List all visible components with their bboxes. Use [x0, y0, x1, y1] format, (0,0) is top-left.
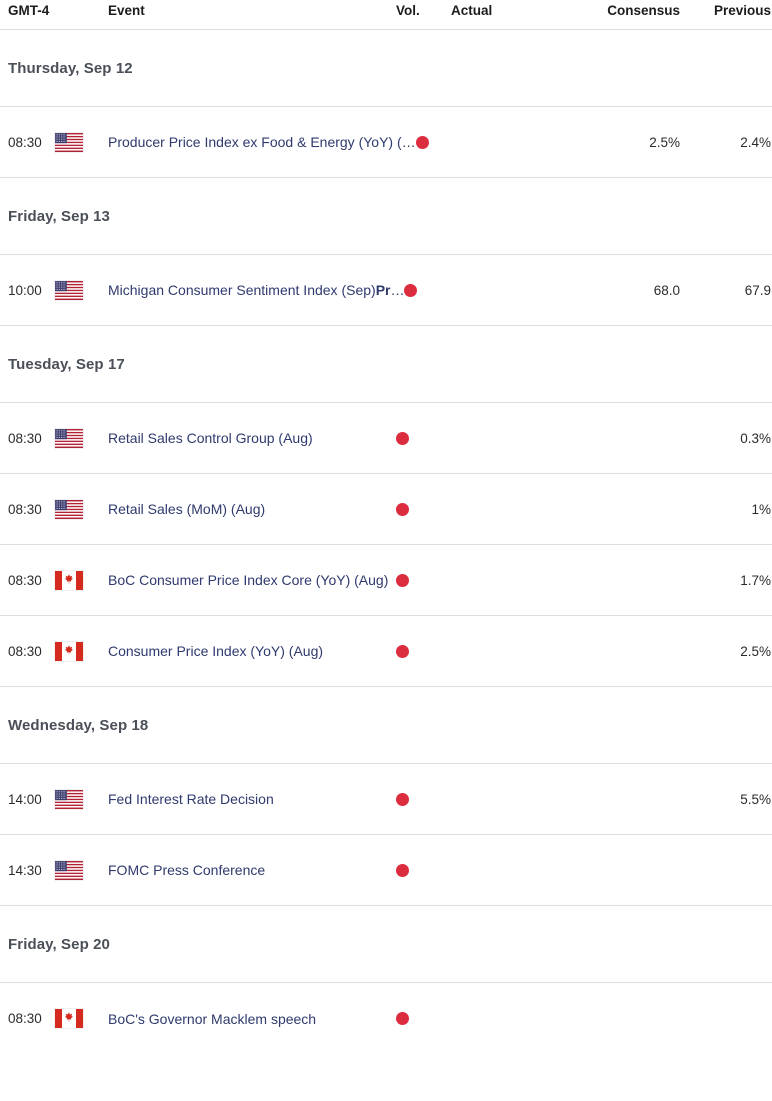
volatility-cell [396, 644, 451, 658]
event-link[interactable]: Producer Price Index ex Food & Energy (Y… [108, 134, 416, 150]
event-link[interactable]: Retail Sales (MoM) (Aug) [108, 501, 265, 517]
event-previous: 67.9 [744, 282, 771, 298]
ca-flag-icon [55, 641, 108, 661]
table-row[interactable]: 08:30 Retail Sales (MoM) (Aug) 1% [0, 474, 772, 545]
event-name-cell: FOMC Press Conference [108, 862, 396, 878]
event-time: 14:30 [8, 862, 42, 878]
economic-calendar: GMT-4 Event Vol. Actual Consensus Previo… [0, 0, 772, 1054]
volatility-high-dot-icon [396, 1012, 409, 1025]
event-name-ellipsis: … [401, 134, 416, 150]
table-row[interactable]: 08:30 Consumer Price Index (YoY) (Aug) 2.5… [0, 616, 772, 687]
event-name-cell: Consumer Price Index (YoY) (Aug) [108, 643, 396, 659]
table-row[interactable]: 08:30 BoC's Governor Macklem speech [0, 983, 772, 1054]
us-flag-icon [55, 132, 108, 152]
event-name-ellipsis: … [390, 282, 405, 298]
event-previous: 2.5% [740, 643, 771, 659]
event-name-cell: BoC Consumer Price Index Core (YoY) (Aug… [108, 572, 396, 588]
event-name-cell: Producer Price Index ex Food & Energy (Y… [108, 134, 416, 150]
volatility-cell [415, 135, 451, 149]
event-link[interactable]: BoC's Governor Macklem speech [108, 1011, 316, 1027]
column-header-actual: Actual [451, 3, 493, 18]
table-row[interactable]: 14:00 Fed Interest Rate Decision 5.5% [0, 764, 772, 835]
event-name-cell: Retail Sales (MoM) (Aug) [108, 501, 396, 517]
event-time: 14:00 [8, 791, 42, 807]
event-previous: 2.4% [740, 134, 771, 150]
volatility-high-dot-icon [404, 283, 418, 297]
volatility-cell [396, 502, 451, 516]
ca-flag-icon [55, 1009, 108, 1028]
volatility-cell [396, 1012, 451, 1025]
event-link[interactable]: FOMC Press Conference [108, 862, 265, 878]
column-header-previous: Previous [713, 3, 771, 18]
us-flag-icon [55, 428, 108, 448]
volatility-high-dot-icon [396, 573, 409, 587]
table-row[interactable]: 08:30 Retail Sales Control Group (Aug) 0.3… [0, 403, 772, 474]
volatility-cell [396, 863, 451, 877]
table-row[interactable]: 08:30 BoC Consumer Price Index Core (YoY)… [0, 545, 772, 616]
volatility-cell [396, 431, 451, 445]
volatility-high-dot-icon [396, 792, 409, 806]
event-link[interactable]: BoC Consumer Price Index Core (YoY) (Aug… [108, 572, 388, 588]
table-row[interactable]: 10:00 Michigan Consumer Sentiment Index (… [0, 255, 772, 326]
event-previous: 5.5% [740, 791, 771, 807]
ca-flag-icon [55, 570, 108, 590]
event-name-cell: Retail Sales Control Group (Aug) [108, 430, 396, 446]
us-flag-icon [55, 280, 108, 300]
event-name-cell: Fed Interest Rate Decision [108, 791, 396, 807]
us-flag-icon [55, 499, 108, 519]
event-time: 08:30 [8, 572, 42, 588]
event-link[interactable]: Consumer Price Index (YoY) (Aug) [108, 643, 323, 659]
us-flag-icon [55, 860, 108, 880]
event-link[interactable]: Retail Sales Control Group (Aug) [108, 430, 313, 446]
event-link[interactable]: Michigan Consumer Sentiment Index (Sep)P… [108, 282, 404, 298]
event-time: 08:30 [8, 643, 42, 659]
column-header-time: GMT-4 [8, 3, 50, 18]
day-header: Friday, Sep 13 [0, 178, 772, 255]
event-consensus: 2.5% [649, 134, 680, 150]
event-time: 08:30 [8, 501, 42, 517]
event-name-suffix: Pr [375, 282, 391, 298]
calendar-header-row: GMT-4 Event Vol. Actual Consensus Previo… [0, 0, 772, 30]
event-time: 10:00 [8, 282, 42, 298]
event-time: 08:30 [8, 430, 42, 446]
day-header-label: Friday, Sep 13 [8, 207, 110, 225]
event-previous: 1.7% [740, 572, 771, 588]
volatility-cell [396, 792, 451, 806]
us-flag-icon [55, 789, 108, 809]
volatility-high-dot-icon [396, 502, 409, 516]
day-header-label: Friday, Sep 20 [8, 935, 110, 953]
event-time: 08:30 [8, 134, 42, 150]
day-header: Wednesday, Sep 18 [0, 687, 772, 764]
column-header-event: Event [108, 3, 145, 18]
column-header-consensus: Consensus [607, 3, 680, 18]
day-header-label: Thursday, Sep 12 [8, 59, 133, 77]
volatility-high-dot-icon [396, 863, 409, 877]
table-row[interactable]: 14:30 FOMC Press Conference [0, 835, 772, 906]
volatility-high-dot-icon [415, 135, 429, 149]
volatility-cell [404, 283, 451, 297]
day-header-label: Wednesday, Sep 18 [8, 716, 149, 734]
volatility-cell [396, 573, 451, 587]
event-link[interactable]: Fed Interest Rate Decision [108, 791, 274, 807]
day-header: Thursday, Sep 12 [0, 30, 772, 107]
event-name-cell: BoC's Governor Macklem speech [108, 1011, 396, 1027]
volatility-high-dot-icon [396, 644, 409, 658]
day-header: Friday, Sep 20 [0, 906, 772, 983]
event-consensus: 68.0 [653, 282, 680, 298]
day-header-label: Tuesday, Sep 17 [8, 355, 125, 373]
event-name-cell: Michigan Consumer Sentiment Index (Sep)P… [108, 282, 404, 298]
event-time: 08:30 [8, 1011, 42, 1026]
table-row[interactable]: 08:30 Producer Price Index ex Food & Ener… [0, 107, 772, 178]
event-previous: 1% [751, 501, 771, 517]
column-header-volatility: Vol. [396, 3, 420, 18]
event-previous: 0.3% [740, 430, 771, 446]
day-header: Tuesday, Sep 17 [0, 326, 772, 403]
calendar-body: Thursday, Sep 12 08:30 Producer Price Inde… [0, 30, 772, 1054]
volatility-high-dot-icon [396, 431, 409, 445]
